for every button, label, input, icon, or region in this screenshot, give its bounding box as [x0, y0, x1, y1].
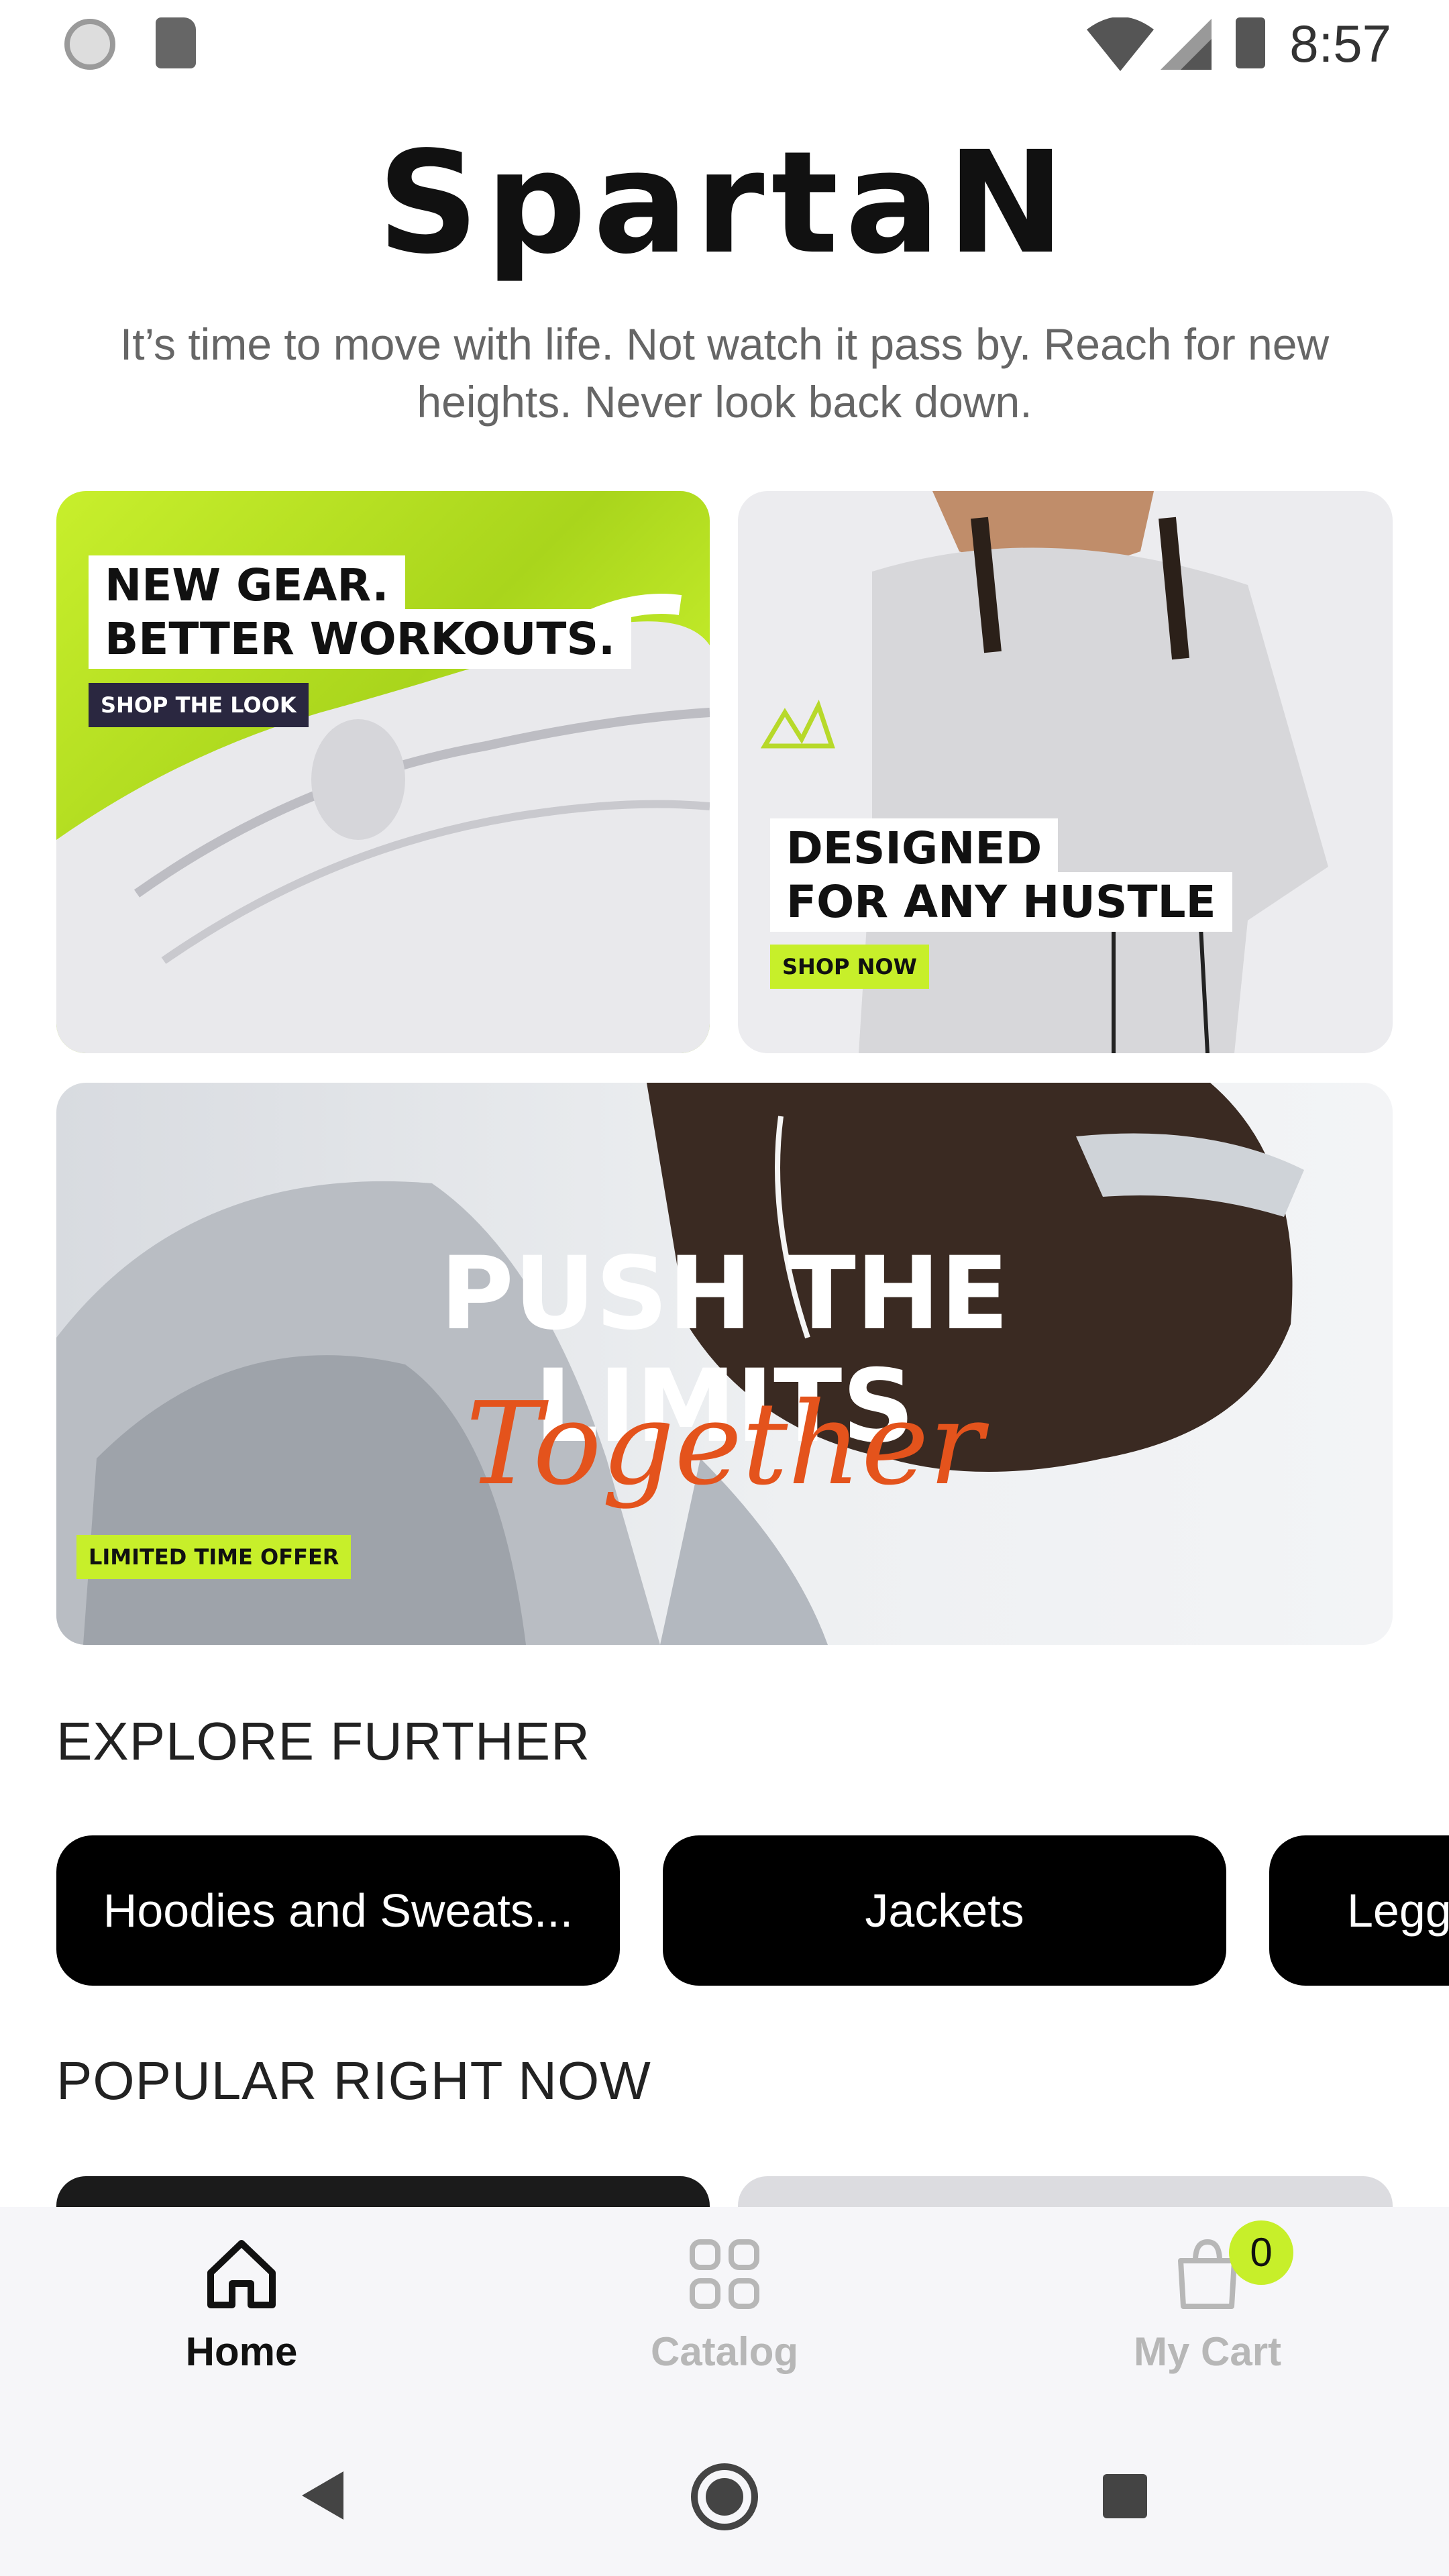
nav-my-cart-label: My Cart [1133, 2329, 1282, 2374]
nav-my-cart[interactable]: My Cart 0 [1073, 2220, 1342, 2375]
brand-logo: SpartaN [377, 121, 1072, 285]
wifi-icon [1087, 17, 1154, 71]
category-carousel[interactable]: Hoodies and Sweats... Jackets Legg [0, 1835, 1449, 1986]
shop-the-look-button[interactable]: SHOP THE LOOK [89, 683, 309, 727]
sync-icon [64, 19, 115, 70]
category-jackets[interactable]: Jackets [663, 1835, 1226, 1986]
banner-any-hustle-line1: DESIGNED [770, 818, 1059, 878]
banner-new-gear-line2: BETTER WORKOUTS. [89, 609, 632, 669]
cart-count-badge: 0 [1229, 2220, 1293, 2285]
battery-icon [1236, 17, 1265, 68]
nav-home[interactable]: Home [107, 2234, 376, 2375]
banner-push-the-limits[interactable]: PUSH THE LIMITS Together LIMITED TIME OF… [56, 1083, 1393, 1645]
banner-push-script: Together [466, 1378, 983, 1511]
banner-new-gear-line1: NEW GEAR. [89, 555, 405, 615]
nav-catalog-label: Catalog [650, 2329, 799, 2374]
banner-any-hustle[interactable]: DESIGNED FOR ANY HUSTLE SHOP NOW [738, 491, 1393, 1053]
recents-icon[interactable] [1103, 2474, 1147, 2518]
home-system-icon[interactable] [691, 2463, 758, 2530]
limited-time-offer-badge[interactable]: LIMITED TIME OFFER [76, 1535, 352, 1579]
category-leggings[interactable]: Legg [1269, 1835, 1449, 1986]
banner-new-gear[interactable]: NEW GEAR. BETTER WORKOUTS. SHOP THE LOOK [56, 491, 710, 1053]
status-bar: 8:57 [0, 0, 1449, 87]
shop-now-button[interactable]: SHOP NOW [770, 945, 929, 989]
home-icon [207, 2240, 276, 2308]
signal-icon [1161, 19, 1212, 70]
tagline: It’s time to move with life. Not watch i… [119, 319, 1330, 427]
category-hoodies-and-sweats[interactable]: Hoodies and Sweats... [56, 1835, 620, 1986]
popular-right-now-title: POPULAR RIGHT NOW [56, 2051, 651, 2110]
explore-further-title: EXPLORE FURTHER [56, 1711, 590, 1771]
banner-any-hustle-line2: FOR ANY HUSTLE [770, 872, 1232, 932]
nav-catalog[interactable]: Catalog [590, 2234, 859, 2375]
sd-card-icon [156, 17, 196, 68]
banner-push-line1: PUSH THE [440, 1236, 1009, 1352]
catalog-grid-icon [690, 2239, 759, 2309]
nav-home-label: Home [185, 2329, 298, 2374]
clock: 8:57 [1289, 14, 1391, 73]
back-icon[interactable] [299, 2469, 346, 2522]
bottom-navigation: Home Catalog My Cart 0 [0, 2207, 1449, 2576]
